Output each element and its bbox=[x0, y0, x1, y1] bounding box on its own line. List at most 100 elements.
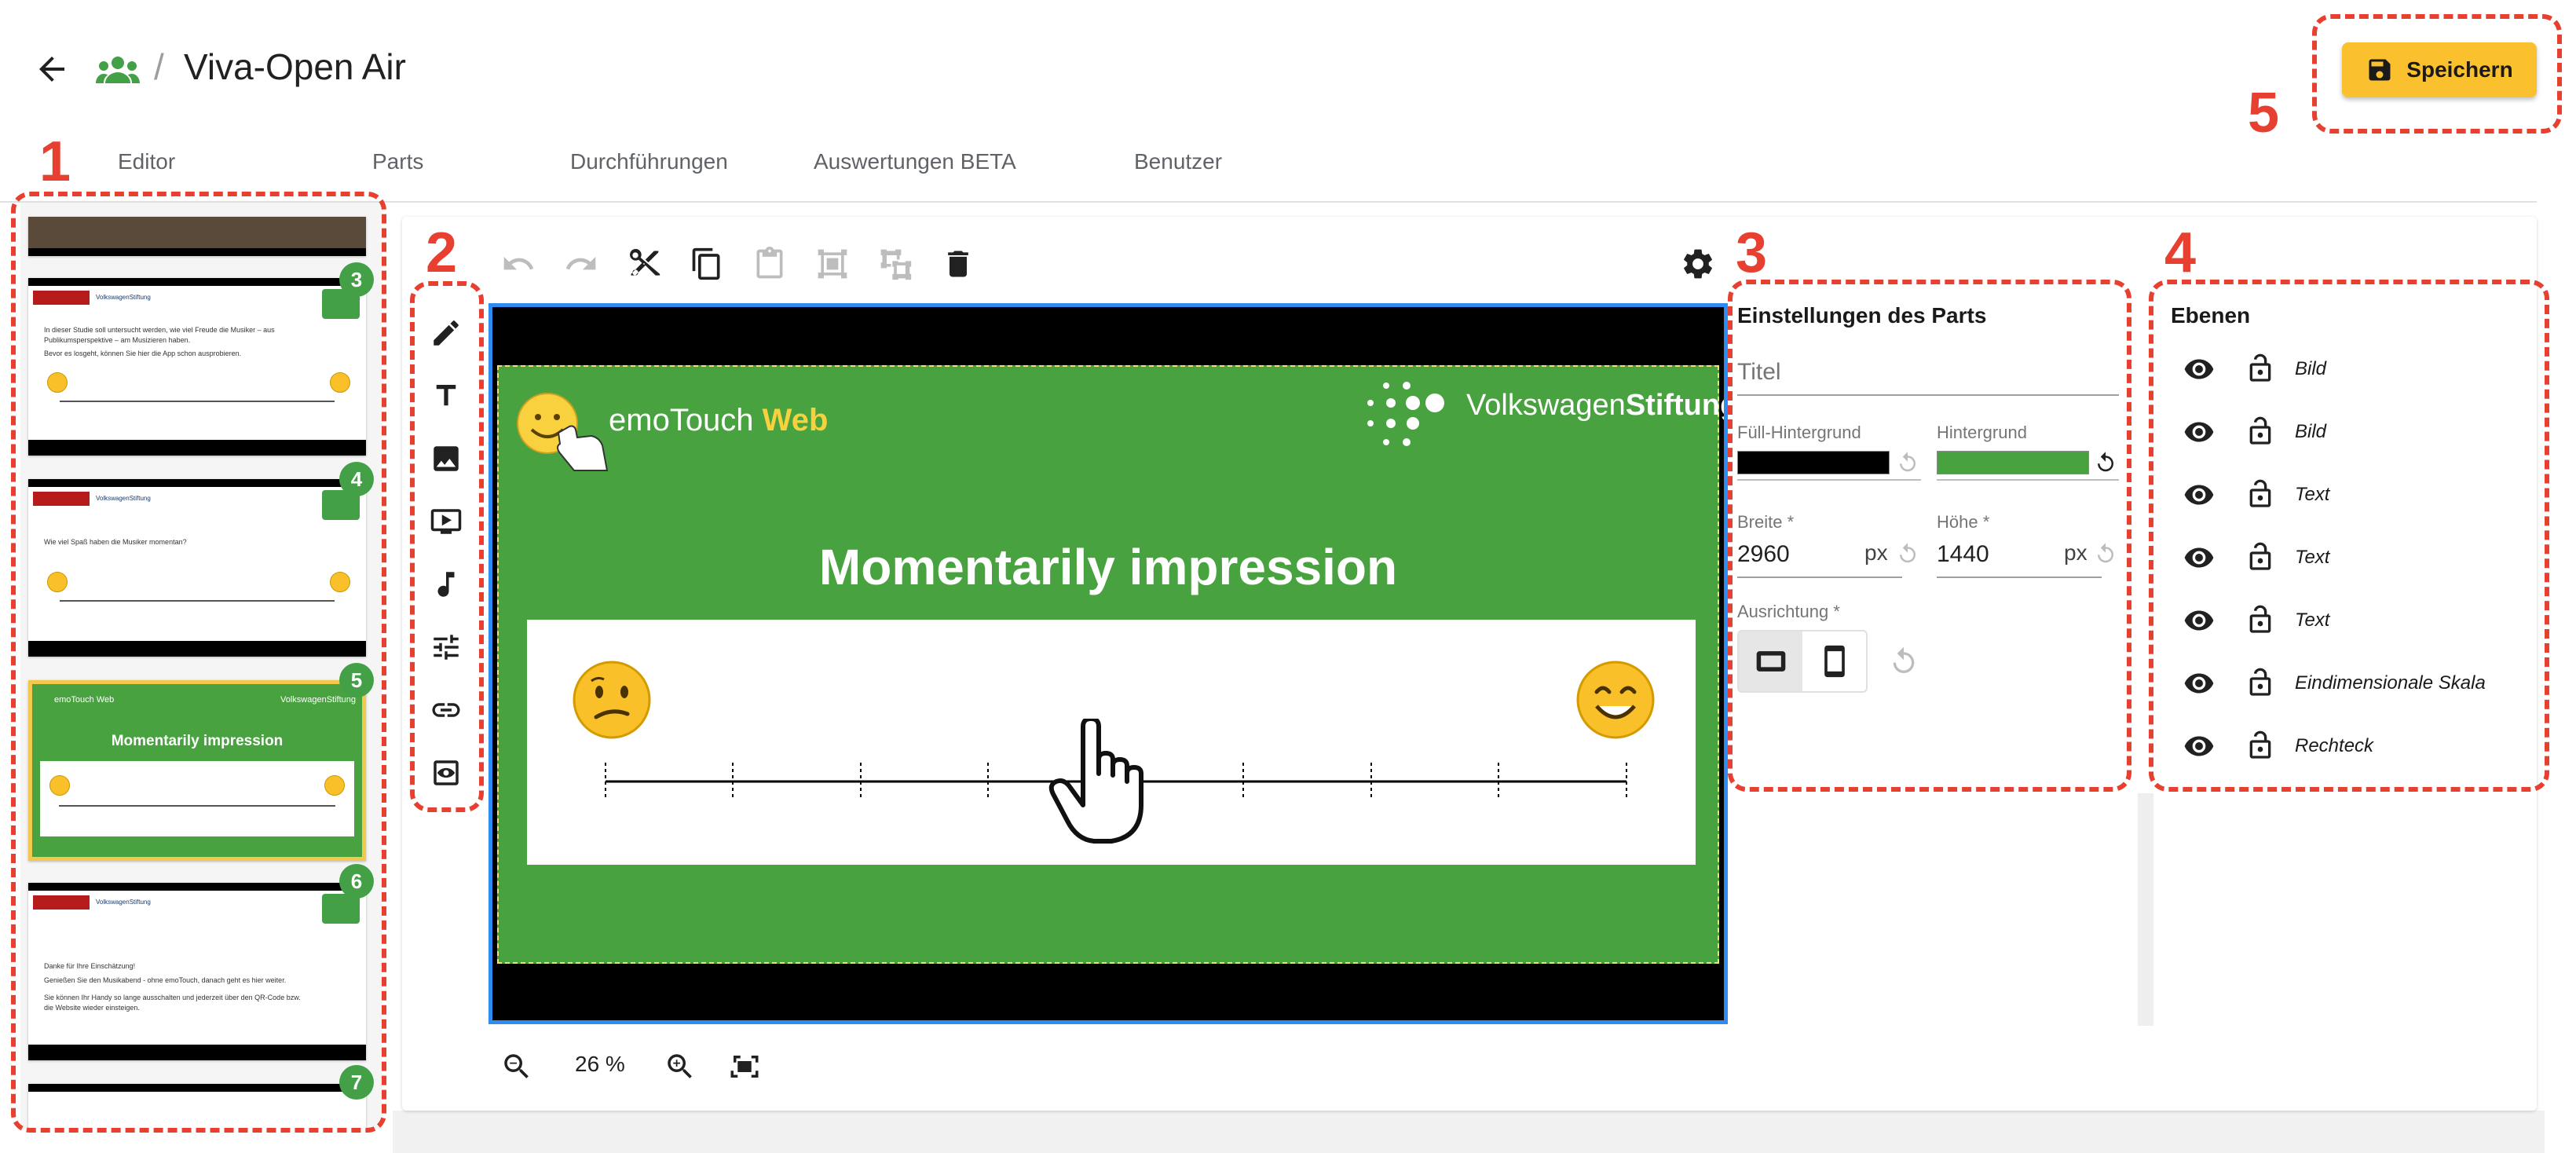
preview-icon[interactable] bbox=[426, 752, 467, 793]
tab-parts[interactable]: Parts bbox=[372, 149, 423, 174]
undo-icon[interactable] bbox=[498, 243, 539, 284]
layer-name: Text bbox=[2295, 609, 2330, 631]
lock-open-icon[interactable] bbox=[2245, 350, 2276, 386]
happy-face-icon bbox=[330, 572, 350, 592]
save-button[interactable]: Speichern bbox=[2342, 42, 2537, 97]
slide-logo bbox=[33, 291, 90, 305]
back-arrow-icon[interactable] bbox=[33, 50, 71, 88]
slide-thumbnail[interactable]: VolkswagenStiftung Danke für Ihre Einsch… bbox=[28, 883, 366, 1060]
hand-pointer-icon bbox=[1048, 719, 1143, 844]
reset-icon[interactable] bbox=[1896, 542, 1919, 566]
group-objects-icon[interactable] bbox=[812, 243, 853, 284]
pencil-icon[interactable] bbox=[426, 313, 467, 353]
tab-durchfuehrungen[interactable]: Durchführungen bbox=[570, 149, 728, 174]
slide-thumbnail[interactable]: VolkswagenStiftung Wie viel Spaß haben d… bbox=[28, 479, 366, 657]
landscape-button[interactable] bbox=[1739, 631, 1802, 691]
slide-text: Danke für Ihre Einschätzung! bbox=[44, 962, 136, 970]
scale-rectangle[interactable] bbox=[527, 620, 1696, 865]
slide-canvas[interactable]: emoTouch Web VolkswagenStiftung Momentar… bbox=[488, 303, 1728, 1024]
group-icon[interactable] bbox=[96, 52, 140, 86]
eye-icon[interactable] bbox=[2180, 353, 2218, 385]
sliders-icon[interactable] bbox=[426, 627, 467, 668]
zoom-level: 26 % bbox=[575, 1052, 625, 1076]
gear-icon[interactable] bbox=[1678, 243, 1718, 284]
slide-text: Bevor es losgeht, können Sie hier die Ap… bbox=[44, 350, 242, 357]
fill-background-label: Füll-Hintergrund bbox=[1737, 423, 1861, 442]
lock-open-icon[interactable] bbox=[2245, 539, 2276, 575]
canvas-background[interactable]: emoTouch Web VolkswagenStiftung Momentar… bbox=[497, 365, 1724, 964]
layer-item[interactable]: Text bbox=[2180, 597, 2526, 644]
fill-background-color-swatch[interactable] bbox=[1737, 451, 1890, 474]
eye-icon[interactable] bbox=[2180, 668, 2218, 699]
eye-icon[interactable] bbox=[2180, 416, 2218, 448]
image-icon[interactable] bbox=[426, 438, 467, 479]
slide-brand: VolkswagenStiftung bbox=[96, 495, 151, 502]
redo-icon[interactable] bbox=[561, 243, 602, 284]
orientation-toggle bbox=[1737, 630, 1868, 693]
slide-brand: VolkswagenStiftung bbox=[96, 899, 151, 906]
tab-auswertungen[interactable]: Auswertungen BETA bbox=[814, 149, 1016, 174]
lock-open-icon[interactable] bbox=[2245, 413, 2276, 449]
ungroup-objects-icon[interactable] bbox=[875, 243, 916, 284]
reset-icon[interactable] bbox=[2094, 451, 2117, 474]
canvas-slide-title[interactable]: Momentarily impression bbox=[499, 538, 1718, 596]
reset-icon[interactable] bbox=[2094, 542, 2117, 566]
lock-open-icon[interactable] bbox=[2245, 727, 2276, 763]
layer-item[interactable]: Bild bbox=[2180, 346, 2526, 393]
lock-open-icon[interactable] bbox=[2245, 476, 2276, 512]
layer-name: Bild bbox=[2295, 421, 2327, 442]
height-unit: px bbox=[2064, 540, 2088, 565]
paste-icon[interactable] bbox=[749, 243, 790, 284]
eye-icon[interactable] bbox=[2180, 605, 2218, 636]
slide-thumbnail[interactable]: VolkswagenStiftung In dieser Studie soll… bbox=[28, 278, 366, 456]
zoom-out-icon[interactable] bbox=[496, 1046, 537, 1087]
tab-benutzer[interactable]: Benutzer bbox=[1134, 149, 1222, 174]
eye-icon[interactable] bbox=[2180, 479, 2218, 511]
slides-panel: VolkswagenStiftung In dieser Studie soll… bbox=[20, 203, 382, 1129]
layer-item[interactable]: Bild bbox=[2180, 408, 2526, 456]
layer-item[interactable]: Rechteck bbox=[2180, 723, 2526, 770]
zoom-in-icon[interactable] bbox=[660, 1046, 701, 1087]
volkswagenstiftung-brand: VolkswagenStiftung bbox=[1466, 389, 1728, 422]
annotation-number: 2 bbox=[426, 221, 458, 284]
happy-face-icon bbox=[330, 372, 350, 393]
width-unit: px bbox=[1864, 540, 1888, 565]
lock-open-icon[interactable] bbox=[2245, 664, 2276, 701]
slide-thumbnail[interactable] bbox=[28, 217, 366, 256]
layer-item[interactable]: Eindimensionale Skala bbox=[2180, 660, 2526, 707]
panel-divider bbox=[2138, 793, 2153, 1026]
reset-icon[interactable] bbox=[1896, 451, 1919, 474]
lock-open-icon[interactable] bbox=[2245, 602, 2276, 638]
settings-heading: Einstellungen des Parts bbox=[1737, 303, 1987, 328]
sad-face-icon bbox=[573, 661, 651, 739]
slide-thumbnail-selected[interactable]: emoTouch Web VolkswagenStiftung Momentar… bbox=[28, 680, 366, 861]
slide-text: Wie viel Spaß haben die Musiker momentan… bbox=[44, 538, 187, 546]
landscape-icon bbox=[1756, 651, 1785, 672]
tab-editor[interactable]: Editor bbox=[118, 149, 175, 174]
eye-icon[interactable] bbox=[2180, 542, 2218, 573]
reset-icon[interactable] bbox=[1888, 646, 1919, 677]
layer-item[interactable]: Text bbox=[2180, 471, 2526, 518]
cut-icon[interactable] bbox=[624, 243, 664, 284]
background-color-swatch[interactable] bbox=[1937, 451, 2089, 474]
portrait-button[interactable] bbox=[1802, 631, 1866, 691]
slide-thumbnail[interactable] bbox=[28, 1084, 366, 1129]
layer-item[interactable]: Text bbox=[2180, 534, 2526, 581]
link-icon[interactable] bbox=[426, 690, 467, 730]
text-icon[interactable] bbox=[426, 375, 467, 416]
emotouch-logo-icon bbox=[517, 393, 609, 471]
emotouch-brand: emoTouch Web bbox=[609, 403, 829, 437]
tab-bar: Editor Parts Durchführungen Auswertungen… bbox=[0, 141, 2537, 203]
copy-icon[interactable] bbox=[686, 243, 727, 284]
music-icon[interactable] bbox=[426, 564, 467, 605]
slide-number-badge: 5 bbox=[339, 663, 374, 697]
delete-icon[interactable] bbox=[938, 243, 979, 284]
video-icon[interactable] bbox=[426, 501, 467, 542]
layer-name: Rechteck bbox=[2295, 735, 2374, 756]
fit-to-screen-icon[interactable] bbox=[724, 1046, 765, 1087]
eye-icon[interactable] bbox=[2180, 730, 2218, 762]
annotation-number: 3 bbox=[1736, 221, 1768, 284]
layers-heading: Ebenen bbox=[2171, 303, 2251, 328]
title-input[interactable] bbox=[1737, 350, 2119, 396]
sad-face-icon bbox=[47, 572, 68, 592]
